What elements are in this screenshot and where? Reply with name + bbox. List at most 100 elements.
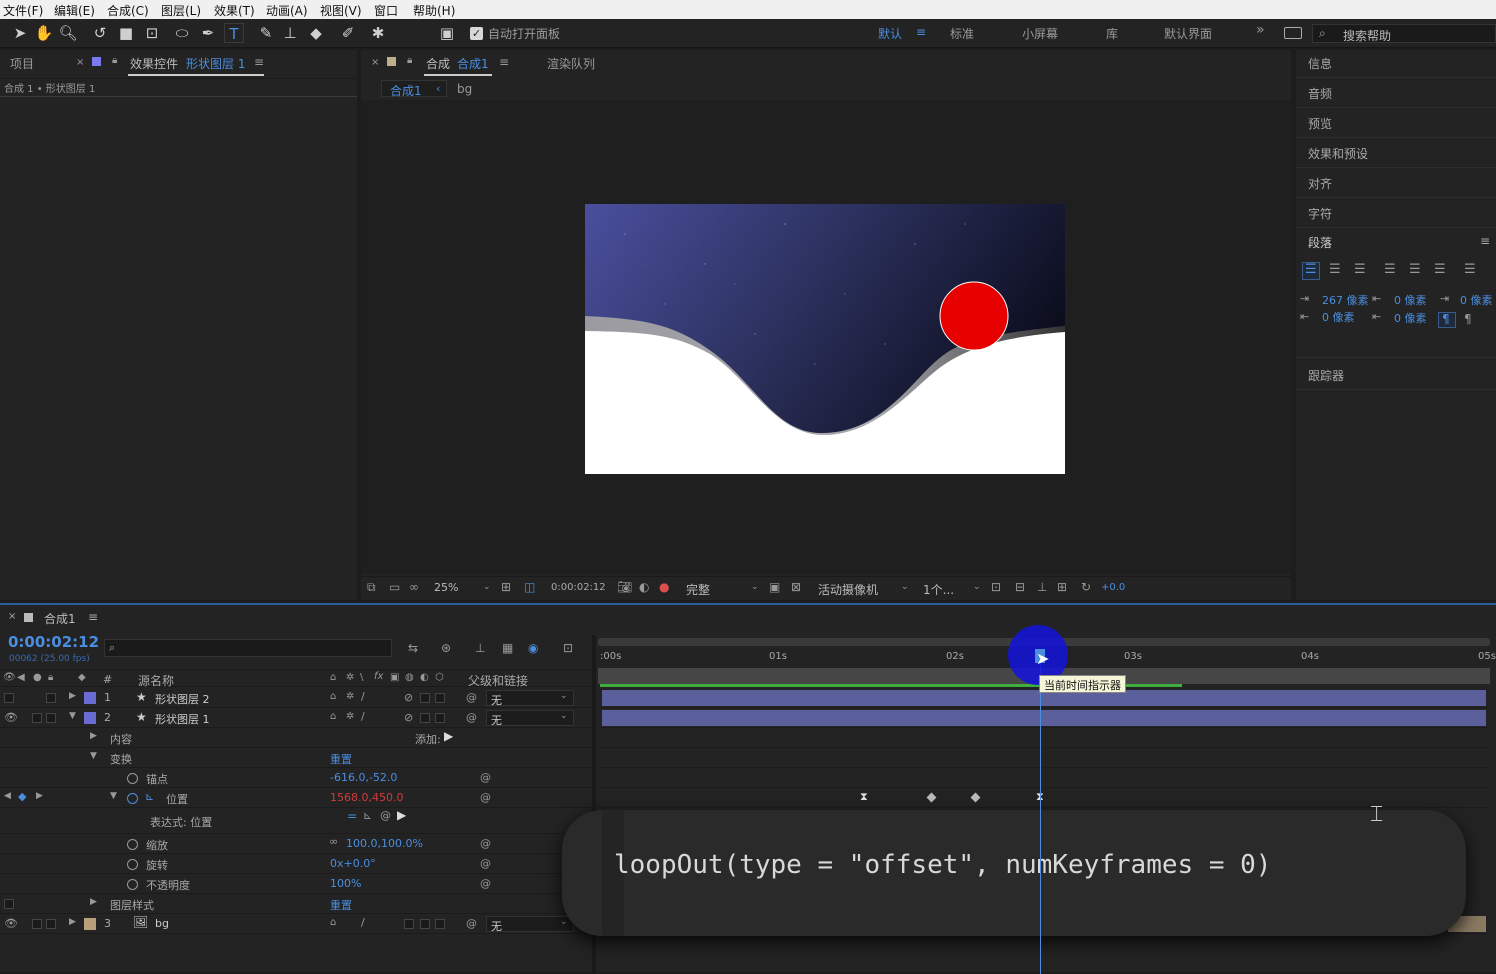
motion-blur-switch[interactable] bbox=[404, 919, 414, 929]
panel-menu-icon[interactable]: ≡ bbox=[499, 55, 509, 69]
workspace-small-screen[interactable]: 小屏幕 bbox=[1022, 25, 1058, 42]
pickwhip-icon[interactable]: @ bbox=[466, 917, 477, 930]
workspace-more-icon[interactable]: » bbox=[1256, 22, 1265, 38]
rtl-paragraph-icon[interactable]: ¶ bbox=[1464, 312, 1472, 326]
menu-file[interactable]: 文件(F) bbox=[3, 2, 43, 19]
menu-edit[interactable]: 编辑(E) bbox=[54, 2, 95, 19]
justify-right-icon[interactable]: ☰ bbox=[1434, 262, 1446, 277]
tab-project[interactable]: 项目 bbox=[10, 55, 34, 72]
zoom-select[interactable]: 25% bbox=[434, 581, 458, 594]
property-transform-row[interactable]: ▼ 变换 重置 bbox=[0, 748, 592, 768]
adjustment-switch[interactable] bbox=[420, 919, 430, 929]
3d-switch[interactable] bbox=[435, 713, 445, 723]
panel-effects-presets[interactable]: 效果和预设 bbox=[1308, 145, 1368, 162]
panel-toggle-icon[interactable]: ▣ bbox=[437, 23, 457, 43]
panel-preview[interactable]: 预览 bbox=[1308, 115, 1332, 132]
flowchart-tab-comp1[interactable]: 合成1 ‹ bbox=[381, 80, 447, 98]
layer-row-1[interactable]: ▶ 1 ★ 形状图层 2 ⌂ ✲ / ⊘ @ 无 ⌄ bbox=[0, 688, 592, 708]
layer-search-input[interactable]: ⌕ bbox=[104, 639, 392, 657]
expand-arrow-icon[interactable]: ▶ bbox=[69, 691, 76, 701]
pickwhip-icon[interactable]: @ bbox=[466, 691, 477, 704]
panel-tracker[interactable]: 跟踪器 bbox=[1308, 367, 1344, 384]
column-parent[interactable]: 父级和链接 bbox=[468, 672, 528, 689]
keyframe-diamond[interactable] bbox=[970, 792, 981, 803]
snapshot-icon[interactable]: 📷︎ bbox=[617, 580, 632, 594]
constrain-proportions-icon[interactable]: ∞ bbox=[329, 835, 338, 848]
opacity-value[interactable]: 100% bbox=[330, 877, 361, 890]
ellipse-tool-icon[interactable]: ⬭ bbox=[172, 23, 192, 43]
timeline-tab[interactable]: 合成1 bbox=[44, 610, 76, 627]
layer-bar-2[interactable] bbox=[602, 710, 1486, 726]
pickwhip-icon[interactable]: @ bbox=[480, 857, 491, 870]
justify-all-icon[interactable]: ☰ bbox=[1464, 262, 1476, 277]
layer-name[interactable]: bg bbox=[155, 917, 169, 930]
exposure-value[interactable]: +0.0 bbox=[1101, 582, 1125, 593]
hide-shy-layers-icon[interactable]: ⊥ bbox=[475, 641, 485, 655]
panel-menu-icon[interactable]: ≡ bbox=[1480, 234, 1490, 248]
stopwatch-icon[interactable] bbox=[127, 773, 138, 784]
puppet-tool-icon[interactable]: ✱ bbox=[368, 23, 388, 43]
flowchart-icon[interactable]: ⊞ bbox=[1057, 580, 1067, 594]
quality-switch-icon[interactable]: / bbox=[361, 690, 365, 703]
close-tab-icon[interactable]: × bbox=[76, 57, 84, 68]
chevron-down-icon[interactable]: ⌄ bbox=[483, 582, 491, 592]
fast-previews-icon[interactable]: ⊡ bbox=[991, 580, 1001, 594]
motion-blur-icon[interactable]: ◉ bbox=[528, 641, 538, 655]
add-keyframe-icon[interactable]: ◆ bbox=[18, 790, 26, 803]
transparency-grid-icon[interactable]: ◫ bbox=[524, 580, 535, 594]
graph-editor-icon[interactable]: ⊡ bbox=[563, 641, 573, 655]
parent-select[interactable]: 无 ⌄ bbox=[486, 710, 574, 727]
workspace-default-ui[interactable]: 默认界面 bbox=[1164, 25, 1212, 42]
menu-layer[interactable]: 图层(L) bbox=[161, 2, 201, 19]
lock-icon[interactable]: 🔒︎ bbox=[407, 55, 412, 66]
graph-icon[interactable]: ⊾ bbox=[145, 790, 154, 803]
auto-open-checkbox[interactable]: ✓ bbox=[470, 27, 483, 40]
eye-icon[interactable]: 👁︎ bbox=[4, 711, 18, 724]
expression-code[interactable]: loopOut(type = "offset", numKeyframes = … bbox=[614, 850, 1271, 880]
region-of-interest-icon[interactable]: ▣ bbox=[769, 580, 780, 594]
pickwhip-icon[interactable]: @ bbox=[480, 877, 491, 890]
prev-keyframe-icon[interactable]: ◀ bbox=[4, 791, 11, 801]
layer-name[interactable]: 形状图层 1 bbox=[155, 711, 210, 727]
workspace-default[interactable]: 默认 bbox=[878, 25, 902, 42]
property-contents-row[interactable]: ▶ 内容 添加: ▶ bbox=[0, 728, 592, 748]
property-opacity-row[interactable]: 不透明度 100% @ bbox=[0, 874, 592, 894]
layer-name[interactable]: 形状图层 2 bbox=[155, 691, 210, 707]
close-tab-icon[interactable]: × bbox=[8, 611, 16, 622]
draft-3d-icon[interactable]: ⊛ bbox=[441, 641, 451, 655]
tab-composition-name[interactable]: 合成1 bbox=[457, 55, 489, 72]
quality-switch-icon[interactable]: / bbox=[361, 916, 365, 929]
monitor-icon[interactable]: ▭ bbox=[389, 580, 400, 594]
motion-blur-switch-icon[interactable]: ⊘ bbox=[404, 691, 413, 704]
expand-arrow-icon[interactable]: ▶ bbox=[69, 917, 76, 927]
layer-label-swatch[interactable] bbox=[84, 712, 96, 724]
menu-help[interactable]: 帮助(H) bbox=[413, 2, 455, 19]
panel-audio[interactable]: 音频 bbox=[1308, 85, 1332, 102]
pickwhip-icon[interactable]: @ bbox=[480, 837, 491, 850]
tab-render-queue[interactable]: 渲染队列 bbox=[547, 55, 595, 72]
chevron-down-icon[interactable]: ⌄ bbox=[901, 582, 909, 592]
lock-toggle[interactable] bbox=[46, 693, 56, 703]
collapse-arrow-icon[interactable]: ▼ bbox=[69, 711, 76, 721]
indent-left-value[interactable]: 267 像素 bbox=[1322, 292, 1369, 308]
chevron-down-icon[interactable]: ⌄ bbox=[751, 582, 759, 592]
indent-first-value[interactable]: 0 像素 bbox=[1322, 309, 1355, 325]
sync-settings-icon[interactable] bbox=[1284, 27, 1302, 39]
panel-character[interactable]: 字符 bbox=[1308, 205, 1332, 222]
rotation-value[interactable]: 0x+0.0° bbox=[330, 857, 376, 870]
property-rotation-row[interactable]: 旋转 0x+0.0° @ bbox=[0, 854, 592, 874]
lock-icon[interactable]: 🔒︎ bbox=[112, 55, 117, 66]
layer-styles-reset[interactable]: 重置 bbox=[330, 897, 352, 913]
align-center-icon[interactable]: ☰ bbox=[1329, 262, 1341, 277]
comp-flowchart-icon[interactable]: ⊥ bbox=[1037, 580, 1047, 594]
resolution-select[interactable]: 完整 bbox=[686, 581, 710, 598]
collapse-switch-icon[interactable]: ✲ bbox=[346, 711, 354, 722]
roto-brush-tool-icon[interactable]: ✐ bbox=[338, 23, 358, 43]
zoom-tool-icon[interactable]: 🔍︎ bbox=[58, 23, 78, 43]
menu-effect[interactable]: 效果(T) bbox=[214, 2, 255, 19]
show-snapshot-icon[interactable]: ◐ bbox=[639, 580, 649, 594]
expression-graph-icon[interactable]: ⊾ bbox=[363, 809, 372, 822]
stopwatch-icon[interactable] bbox=[127, 839, 138, 850]
workspace-standard[interactable]: 标准 bbox=[950, 25, 974, 42]
stopwatch-icon[interactable] bbox=[127, 879, 138, 890]
